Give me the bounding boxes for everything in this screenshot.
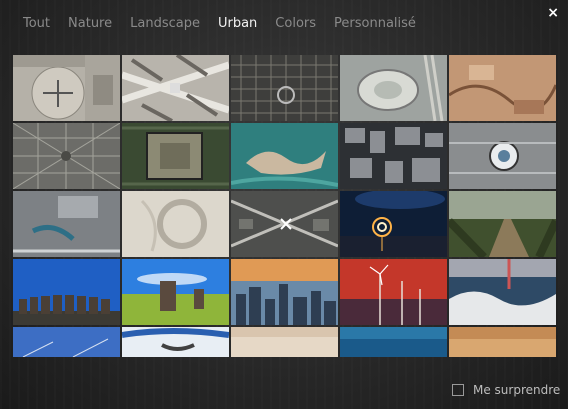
category-tabs: Tout Nature Landscape Urban Colors Perso…: [23, 16, 434, 32]
thumbnail-stadium-aerial[interactable]: [340, 55, 447, 121]
thumbnail-fortress-square[interactable]: [122, 123, 229, 189]
thumbnail-round-stadium[interactable]: [449, 123, 556, 189]
background-picker-panel: Tout Nature Landscape Urban Colors Perso…: [0, 0, 568, 409]
thumbnail-light-painting[interactable]: [340, 191, 447, 257]
thumbnail-venice-lagoon[interactable]: [231, 123, 338, 189]
tab-tout[interactable]: Tout: [23, 16, 50, 32]
tab-nature[interactable]: Nature: [68, 16, 112, 32]
surprise-me-label: Me surprendre: [473, 383, 561, 397]
thumbnail-paris-grid[interactable]: [13, 123, 120, 189]
tab-colors[interactable]: Colors: [275, 16, 316, 32]
thumbnail-deep-blue[interactable]: [340, 327, 447, 357]
thumbnail-aerial-plaza[interactable]: [13, 55, 120, 121]
thumbnail-blue-sky[interactable]: [13, 327, 120, 357]
surprise-me-checkbox[interactable]: [452, 384, 464, 396]
thumbnail-coastal-waves[interactable]: [449, 259, 556, 325]
thumbnail-city-intersection[interactable]: [231, 191, 338, 257]
close-icon[interactable]: ×: [547, 5, 559, 21]
thumbnail-forest-road[interactable]: [449, 191, 556, 257]
thumbnail-dense-blocks[interactable]: [340, 123, 447, 189]
thumbnail-wind-turbines[interactable]: [340, 259, 447, 325]
thumbnail-city-grid[interactable]: [231, 55, 338, 121]
tab-landscape[interactable]: Landscape: [130, 16, 200, 32]
thumbnail-fisheye-sky[interactable]: [122, 327, 229, 357]
thumbnail-desert-town[interactable]: [449, 55, 556, 121]
thumbnail-desert-circle[interactable]: [122, 191, 229, 257]
thumbnail-airport-gates[interactable]: [122, 55, 229, 121]
tab-personnalise[interactable]: Personnalisé: [334, 16, 416, 32]
thumbnail-pale-haze[interactable]: [231, 327, 338, 357]
thumbnail-dubai-canals[interactable]: [13, 191, 120, 257]
thumbnail-moai-statues[interactable]: [13, 259, 120, 325]
thumbnail-skyline-sunset[interactable]: [231, 259, 338, 325]
image-grid: [13, 55, 557, 357]
tab-urban[interactable]: Urban: [218, 16, 257, 32]
surprise-me-option[interactable]: Me surprendre: [452, 383, 560, 397]
thumbnail-moai-field[interactable]: [122, 259, 229, 325]
thumbnail-warm-glow[interactable]: [449, 327, 556, 357]
